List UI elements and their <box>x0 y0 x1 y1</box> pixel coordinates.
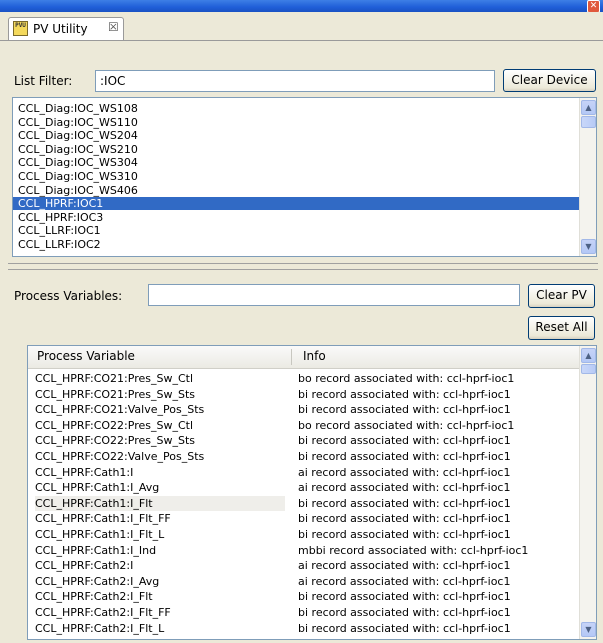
table-scrollbar[interactable]: ▲ ▼ <box>579 346 596 639</box>
table-row[interactable]: CCL_HPRF:Cath1:I_Flt bi record associated… <box>28 495 581 511</box>
scroll-up-icon[interactable]: ▲ <box>581 100 596 115</box>
list-item[interactable]: CCL_Diag:IOC_WS108 <box>18 102 578 115</box>
tab-pv-utility[interactable]: PVU PV Utility ☒ <box>8 17 124 40</box>
table-row[interactable]: CCL_HPRF:Cath1:I_Ind mbbi record associat… <box>28 543 581 558</box>
info-cell: bi record associated with: ccl-hprf-ioc1 <box>298 496 511 510</box>
clear-device-button[interactable]: Clear Device <box>503 69 596 92</box>
column-header-process-variable[interactable]: Process Variable <box>37 349 135 363</box>
process-variables-label: Process Variables: <box>14 289 123 303</box>
table-row[interactable]: CCL_HPRF:Cath1:I_Flt_FF bi record associa… <box>28 511 581 526</box>
process-variable-cell: CCL_HPRF:CO21:Pres_Sw_Sts <box>35 387 195 401</box>
process-variable-cell: CCL_HPRF:Cath1:I_Avg <box>35 481 160 495</box>
list-item[interactable]: CCL_LLRF:IOC1 <box>18 224 578 237</box>
list-item[interactable]: CCL_Diag:IOC_WS310 <box>18 170 578 183</box>
list-filter-input[interactable] <box>95 70 495 92</box>
table-row[interactable]: CCL_HPRF:Cath2:I_Flt_FF bi record associa… <box>28 605 581 620</box>
info-cell: bi record associated with: ccl-hprf-ioc1 <box>298 450 511 463</box>
list-item[interactable]: CCL_Diag:IOC_WS210 <box>18 143 578 156</box>
title-bar: ✕ <box>0 0 603 13</box>
table-row[interactable]: CCL_HPRF:CO22:Pres_Sw_Ctl bo record assoc… <box>28 418 581 433</box>
clear-pv-button[interactable]: Clear PV <box>528 284 595 308</box>
info-cell: bi record associated with: ccl-hprf-ioc1 <box>298 528 511 541</box>
scroll-down-icon[interactable]: ▼ <box>581 622 596 637</box>
info-cell: ai record associated with: ccl-hprf-ioc1 <box>298 559 511 573</box>
table-row[interactable]: CCL_HPRF:Cath2:I ai record associated wit… <box>28 558 581 573</box>
process-variables-input[interactable] <box>148 284 520 306</box>
table-row[interactable]: CCL_HPRF:Cath2:I_Avg ai record associated… <box>28 574 581 589</box>
process-variable-cell: CCL_HPRF:Cath2:I_Flt <box>35 590 153 604</box>
list-item[interactable]: CCL_Diag:IOC_WS304 <box>18 156 578 169</box>
list-item[interactable]: CCL_Diag:IOC_WS110 <box>18 116 578 129</box>
process-variable-cell: CCL_HPRF:Cath2:I_Avg <box>35 574 160 588</box>
table-row[interactable]: CCL_HPRF:CO22:Pres_Sw_Sts bi record assoc… <box>28 433 581 448</box>
pv-utility-icon: PVU <box>13 21 28 36</box>
tab-strip: PVU PV Utility ☒ <box>0 12 603 41</box>
table-row[interactable]: CCL_HPRF:Cath1:I_Flt_L bi record associat… <box>28 527 581 542</box>
process-variable-cell: CCL_HPRF:CO21:Pres_Sw_Ctl <box>35 372 194 385</box>
reset-all-button[interactable]: Reset All <box>528 316 595 340</box>
tab-label: PV Utility <box>33 22 88 36</box>
process-variable-cell: CCL_HPRF:Cath2:I_Flt_L <box>35 621 165 635</box>
process-variable-cell: CCL_HPRF:Cath2:I_Flt_FF <box>35 606 171 619</box>
info-cell: bo record associated with: ccl-hprf-ioc1 <box>298 372 515 385</box>
device-list[interactable]: CCL_Diag:IOC_WS108 CCL_Diag:IOC_WS110 CCL_… <box>12 97 597 257</box>
process-variable-cell: CCL_HPRF:Cath1:I_Flt_FF <box>35 512 171 526</box>
table-row[interactable]: CCL_HPRF:CO21:Pres_Sw_Ctl bo record assoc… <box>28 371 581 386</box>
scroll-thumb[interactable] <box>581 364 596 374</box>
process-variable-cell: CCL_HPRF:Cath1:I_Flt_L <box>35 528 165 541</box>
table-row[interactable]: CCL_HPRF:Cath1:I_Avg ai record associated… <box>28 480 581 495</box>
table-header: Process Variable Info <box>28 346 581 369</box>
scroll-up-icon[interactable]: ▲ <box>581 348 596 363</box>
info-cell: bo record associated with: ccl-hprf-ioc1 <box>298 418 515 432</box>
info-cell: ai record associated with: ccl-hprf-ioc1 <box>298 481 511 495</box>
pane-sash[interactable] <box>8 263 598 270</box>
info-cell: bi record associated with: ccl-hprf-ioc1 <box>298 606 511 619</box>
table-row[interactable]: CCL_HPRF:Cath2:I_Flt_L bi record associat… <box>28 621 581 636</box>
tab-close-icon[interactable]: ☒ <box>108 20 119 34</box>
table-row[interactable]: CCL_HPRF:Cath2:I_Flt bi record associated… <box>28 589 581 604</box>
device-list-scrollbar[interactable]: ▲ ▼ <box>579 98 596 256</box>
table-row[interactable]: CCL_HPRF:CO21:Valve_Pos_Sts bi record ass… <box>28 402 581 417</box>
process-variable-cell: CCL_HPRF:CO22:Pres_Sw_Ctl <box>35 418 194 432</box>
pv-table[interactable]: Process Variable Info CCL_HPRF:CO21:Pres… <box>27 345 597 640</box>
column-header-info[interactable]: Info <box>303 349 326 363</box>
process-variable-cell: CCL_HPRF:Cath1:I <box>35 465 134 479</box>
list-item[interactable]: CCL_Diag:IOC_WS406 <box>18 184 578 197</box>
scroll-down-icon[interactable]: ▼ <box>581 239 596 254</box>
process-variable-cell: CCL_HPRF:CO22:Pres_Sw_Sts <box>35 434 195 448</box>
table-row[interactable]: CCL_HPRF:CO22:Valve_Pos_Sts bi record ass… <box>28 449 581 464</box>
list-item[interactable]: CCL_LLRF:IOC2 <box>18 238 578 251</box>
info-cell: mbbi record associated with: ccl-hprf-io… <box>298 543 529 557</box>
info-cell: bi record associated with: ccl-hprf-ioc1 <box>298 403 511 417</box>
list-item[interactable]: CCL_Diag:IOC_WS204 <box>18 129 578 142</box>
list-filter-label: List Filter: <box>14 74 73 88</box>
table-row[interactable]: CCL_HPRF:Cath1:I ai record associated wit… <box>28 465 581 480</box>
list-item[interactable]: CCL_HPRF:IOC3 <box>18 211 578 224</box>
table-row[interactable]: CCL_HPRF:CO21:Pres_Sw_Sts bi record assoc… <box>28 387 581 402</box>
info-cell: bi record associated with: ccl-hprf-ioc1 <box>298 512 511 526</box>
list-item[interactable]: CCL_HPRF:IOC1 <box>13 197 584 211</box>
process-variable-cell: CCL_HPRF:Cath1:I_Flt <box>35 495 285 511</box>
info-cell: ai record associated with: ccl-hprf-ioc1 <box>298 465 511 479</box>
info-cell: bi record associated with: ccl-hprf-ioc1 <box>298 387 511 401</box>
process-variable-cell: CCL_HPRF:CO22:Valve_Pos_Sts <box>35 450 205 463</box>
process-variable-cell: CCL_HPRF:Cath2:I <box>35 559 134 573</box>
info-cell: bi record associated with: ccl-hprf-ioc1 <box>298 621 511 635</box>
process-variable-cell: CCL_HPRF:CO21:Valve_Pos_Sts <box>35 403 205 417</box>
process-variable-cell: CCL_HPRF:Cath1:I_Ind <box>35 543 157 557</box>
column-divider[interactable] <box>291 349 292 365</box>
info-cell: bi record associated with: ccl-hprf-ioc1 <box>298 590 511 604</box>
scroll-thumb[interactable] <box>581 116 596 128</box>
info-cell: bi record associated with: ccl-hprf-ioc1 <box>298 434 511 448</box>
info-cell: ai record associated with: ccl-hprf-ioc1 <box>298 574 511 588</box>
